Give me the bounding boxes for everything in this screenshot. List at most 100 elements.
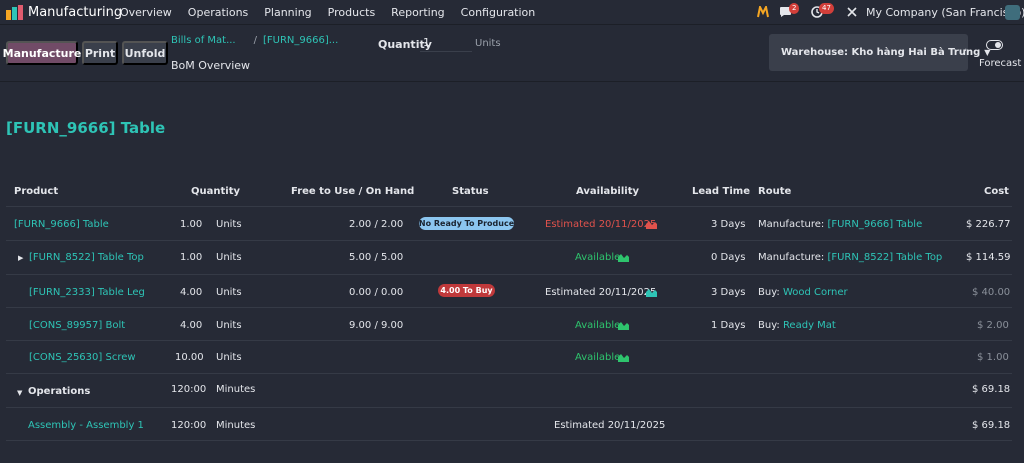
user-avatar[interactable] <box>1005 5 1020 20</box>
main-menu: Overview Operations Planning Products Re… <box>120 6 551 19</box>
operations-cost: $ 69.18 <box>972 384 1011 395</box>
row-divider <box>6 274 1012 275</box>
activity-badge: 47 <box>819 3 834 14</box>
odoo-m-icon[interactable] <box>757 6 769 18</box>
row-product[interactable]: [CONS_89957] Bolt <box>29 320 125 331</box>
breadcrumb-parent[interactable]: Bills of Mat... <box>171 35 236 46</box>
route-type: Manufacture: <box>758 252 828 263</box>
row-availability: Available <box>575 352 621 363</box>
row-divider <box>6 340 1012 341</box>
row-free-on-hand: 2.00 / 2.00 <box>349 219 404 230</box>
quantity-unit: Units <box>475 38 501 49</box>
route-type: Buy: <box>758 287 783 298</box>
expand-chevron-icon[interactable]: ▶ <box>18 254 23 262</box>
row-lead-time: 3 Days <box>711 287 746 298</box>
route-type: Manufacture: <box>758 219 828 230</box>
row-uom: Units <box>216 252 242 263</box>
row-uom: Units <box>216 287 242 298</box>
row-lead-time: 0 Days <box>711 252 746 263</box>
row-qty: 1.00 <box>180 219 203 230</box>
menu-reporting[interactable]: Reporting <box>391 6 444 19</box>
row-qty: 1.00 <box>180 252 203 263</box>
row-product[interactable]: [FURN_2333] Table Leg <box>29 287 145 298</box>
control-panel: Manufacture Print Unfold Bills of Mat...… <box>0 26 1024 82</box>
operation-uom: Minutes <box>216 420 256 431</box>
operation-qty: 120:00 <box>171 420 207 431</box>
breadcrumb-separator: / <box>253 35 257 46</box>
row-route: Manufacture: [FURN_8522] Table Top <box>758 252 942 263</box>
product-title[interactable]: [FURN_9666] Table <box>6 119 165 137</box>
menu-products[interactable]: Products <box>328 6 376 19</box>
header-free-on-hand: Free to Use / On Hand <box>291 186 415 197</box>
company-switcher[interactable]: My Company (San Francisco) <box>866 6 1024 19</box>
route-type: Buy: <box>758 320 783 331</box>
status-badge: 4.00 To Buy <box>438 284 495 297</box>
row-cost: $ 2.00 <box>977 320 1009 331</box>
row-qty: 10.00 <box>175 352 204 363</box>
print-button[interactable]: Print <box>82 41 118 65</box>
menu-operations[interactable]: Operations <box>188 6 248 19</box>
row-product[interactable]: [FURN_8522] Table Top <box>29 252 144 263</box>
row-cost: $ 40.00 <box>972 287 1011 298</box>
header-divider <box>6 206 1012 207</box>
row-availability: Available <box>575 252 621 263</box>
manufacturing-app-icon[interactable] <box>6 5 23 20</box>
forecast-chart-icon[interactable] <box>646 219 657 229</box>
route-link[interactable]: [FURN_8522] Table Top <box>827 252 942 263</box>
header-product: Product <box>14 186 59 197</box>
forecast-chart-icon[interactable] <box>618 320 629 330</box>
route-link[interactable]: Ready Mat <box>783 320 836 331</box>
route-link[interactable]: Wood Corner <box>783 287 848 298</box>
header-cost: Cost <box>984 186 1009 197</box>
status-badge: No Ready To Produce <box>418 217 515 230</box>
breadcrumb: Bills of Mat... / [FURN_9666]... <box>171 35 338 46</box>
row-divider <box>6 373 1012 374</box>
operations-label[interactable]: Operations <box>28 386 90 397</box>
forecast-toggle[interactable] <box>986 40 1003 50</box>
top-navbar: Manufacturing Overview Operations Planni… <box>0 0 1024 25</box>
menu-overview[interactable]: Overview <box>120 6 172 19</box>
unfold-button[interactable]: Unfold <box>122 41 168 65</box>
warehouse-label: Warehouse: Kho hàng Hai Bà Trưng <box>781 47 981 58</box>
row-availability: Estimated 20/11/2025 <box>545 219 657 230</box>
row-product[interactable]: [CONS_25630] Screw <box>29 352 136 363</box>
quantity-input[interactable] <box>420 34 472 52</box>
row-divider <box>6 407 1012 408</box>
row-free-on-hand: 0.00 / 0.00 <box>349 287 404 298</box>
forecast-chart-icon[interactable] <box>646 287 657 297</box>
row-lead-time: 3 Days <box>711 219 746 230</box>
header-status: Status <box>452 186 489 197</box>
menu-configuration[interactable]: Configuration <box>461 6 536 19</box>
header-quantity: Quantity <box>191 186 240 197</box>
row-divider <box>6 307 1012 308</box>
header-route: Route <box>758 186 792 197</box>
row-route: Buy: Wood Corner <box>758 287 848 298</box>
operation-name[interactable]: Assembly - Assembly 1 <box>28 420 144 431</box>
row-product[interactable]: [FURN_9666] Table <box>14 219 109 230</box>
row-cost: $ 226.77 <box>966 219 1011 230</box>
row-lead-time: 1 Days <box>711 320 746 331</box>
forecast-chart-icon[interactable] <box>618 352 629 362</box>
tools-icon[interactable] <box>846 6 858 18</box>
route-link[interactable]: [FURN_9666] Table <box>827 219 922 230</box>
manufacture-button[interactable]: Manufacture <box>3 41 81 65</box>
operation-cost: $ 69.18 <box>972 420 1011 431</box>
forecast-chart-icon[interactable] <box>618 252 629 262</box>
warehouse-dropdown[interactable]: Warehouse: Kho hàng Hai Bà Trưng ▼ <box>769 34 990 71</box>
row-uom: Units <box>216 320 242 331</box>
row-divider <box>6 440 1012 441</box>
menu-planning[interactable]: Planning <box>264 6 311 19</box>
operations-uom: Minutes <box>216 384 256 395</box>
forecast-label: Forecast <box>979 58 1022 69</box>
row-qty: 4.00 <box>180 287 203 298</box>
breadcrumb-current[interactable]: [FURN_9666]... <box>263 35 338 46</box>
row-uom: Units <box>216 352 242 363</box>
operations-qty: 120:00 <box>171 384 207 395</box>
row-free-on-hand: 5.00 / 5.00 <box>349 252 404 263</box>
page-title: BoM Overview <box>171 59 251 72</box>
app-name[interactable]: Manufacturing <box>28 5 122 20</box>
row-cost: $ 114.59 <box>966 252 1011 263</box>
row-route: Buy: Ready Mat <box>758 320 836 331</box>
header-lead-time: Lead Time <box>692 186 750 197</box>
collapse-chevron-icon[interactable]: ▼ <box>17 389 22 397</box>
